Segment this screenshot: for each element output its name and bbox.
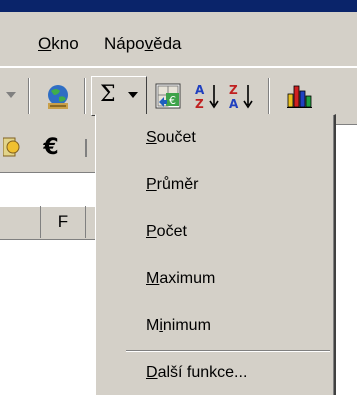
chart-wizard-icon[interactable]	[282, 78, 316, 114]
sort-asc-bottom-letter: Z	[195, 97, 204, 111]
svg-text:€: €	[169, 94, 176, 107]
menu-separator	[126, 350, 330, 352]
autosum-button[interactable]: Σ	[91, 76, 147, 116]
title-bar-strip	[0, 0, 357, 12]
dropdown-arrow-icon	[128, 92, 138, 98]
sort-ascending-icon[interactable]: A Z	[190, 78, 224, 114]
dropdown-arrow-icon[interactable]	[4, 88, 18, 102]
menu-bar: Okno Nápověda	[0, 12, 357, 67]
autosum-dropdown-menu: Součet Průměr Počet Maximum Minimum Dalš…	[95, 114, 336, 395]
sort-descending-icon[interactable]: Z A	[224, 78, 258, 114]
menu-item-dalsi-funkce[interactable]: Další funkce...	[96, 353, 332, 399]
menu-napoveda[interactable]: Nápověda	[104, 34, 182, 54]
currency-icon[interactable]	[2, 132, 22, 162]
toolbar-separator	[28, 78, 30, 114]
toolbar-grip-icon	[82, 136, 90, 160]
insert-function-icon[interactable]: €	[152, 78, 184, 114]
column-header-f[interactable]: F	[40, 206, 86, 238]
menu-item-maximum[interactable]: Maximum	[96, 256, 332, 302]
menu-okno[interactable]: Okno	[38, 34, 79, 54]
formatting-toolbar: €	[0, 124, 95, 173]
sort-desc-top-letter: Z	[229, 83, 238, 97]
euro-icon[interactable]: €	[38, 132, 64, 162]
menu-item-pocet[interactable]: Počet	[96, 209, 332, 255]
globe-web-icon[interactable]	[40, 80, 76, 114]
sigma-icon: Σ	[100, 82, 116, 107]
menu-item-prumer[interactable]: Průměr	[96, 162, 332, 208]
toolbar-separator	[268, 78, 270, 114]
menu-item-soucet[interactable]: Součet	[96, 115, 332, 161]
sort-asc-top-letter: A	[195, 83, 205, 97]
sort-desc-bottom-letter: A	[229, 97, 239, 111]
menu-item-minimum[interactable]: Minimum	[96, 303, 332, 349]
toolbar-separator	[84, 78, 86, 114]
